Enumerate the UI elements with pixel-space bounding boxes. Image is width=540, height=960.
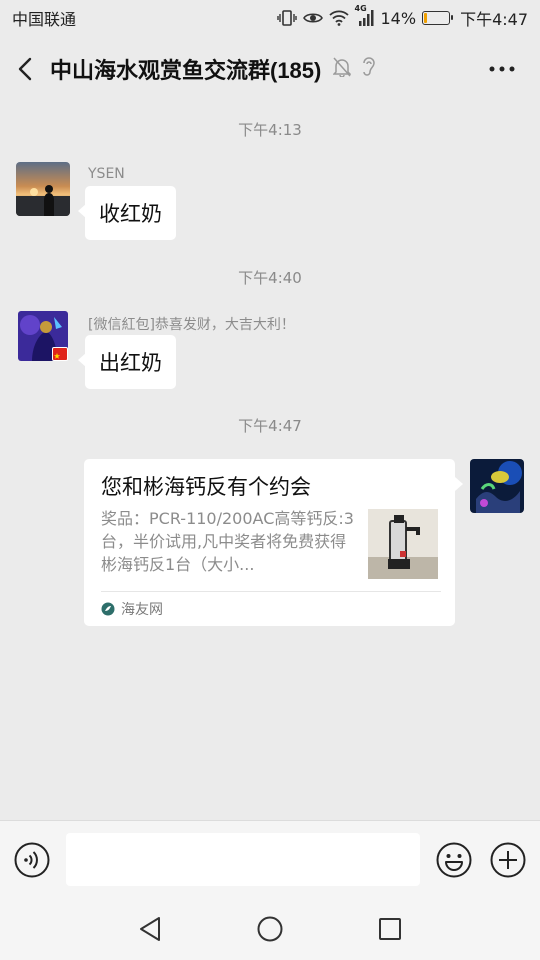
my-avatar[interactable] (470, 459, 524, 513)
triangle-back-icon (140, 917, 160, 941)
link-card-source-name: 海友网 (121, 602, 163, 618)
eye-icon (302, 11, 323, 25)
link-card[interactable]: 您和彬海钙反有个约会 奖品：PCR-110/200AC高等钙反:3台，半价试用,… (84, 459, 463, 626)
card-divider (101, 591, 441, 592)
coral-reef-avatar-image (470, 459, 524, 513)
sunset-avatar-image (16, 162, 70, 216)
emoji-button[interactable] (436, 842, 472, 878)
system-navigation (0, 898, 540, 960)
link-card-source: 海友网 (101, 599, 163, 619)
chat-header: 中山海水观赏鱼交流群(185) (0, 36, 540, 102)
message-list[interactable]: 下午4:13 YSEN 收红奶 下午4:40 [微信紅包]恭喜发财，大吉大利！ … (0, 102, 540, 820)
circle-home-icon (257, 916, 283, 942)
input-bar (0, 820, 540, 898)
sender-name: YSEN (88, 166, 125, 182)
wifi-icon (328, 10, 349, 26)
message-bubble[interactable]: 出红奶 (78, 335, 176, 389)
link-card-title: 您和彬海钙反有个约会 (101, 475, 311, 499)
chat-title: 中山海水观赏鱼交流群(185) (50, 58, 322, 83)
carrier-label: 中国联通 (12, 10, 77, 29)
status-bar: 中国联通 4G 14% 下午4:47 (0, 0, 540, 36)
vibrate-icon (276, 9, 297, 27)
site-logo-icon (101, 602, 115, 616)
time-divider: 下午4:13 (238, 121, 302, 139)
signal-icon: 4G (355, 4, 375, 26)
more-button[interactable] (482, 36, 522, 102)
time-divider: 下午4:40 (238, 269, 302, 287)
battery-percent: 14% (380, 8, 417, 28)
avatar[interactable] (18, 311, 72, 365)
more-actions-button[interactable] (490, 842, 526, 878)
battery-icon (422, 11, 454, 25)
voice-button[interactable] (14, 842, 50, 878)
ear-icon (361, 56, 377, 82)
emoji-icon (436, 842, 472, 878)
china-flag-icon (52, 347, 68, 361)
system-recents-button[interactable] (370, 909, 410, 949)
status-time: 下午4:47 (460, 10, 528, 29)
system-back-button[interactable] (130, 909, 170, 949)
system-home-button[interactable] (250, 909, 290, 949)
network-type: 4G (354, 4, 367, 13)
link-card-description: 奖品：PCR-110/200AC高等钙反:3台，半价试用,凡中奖者将免费获得彬海… (101, 509, 354, 574)
message-input[interactable] (66, 833, 420, 886)
avatar[interactable] (16, 162, 70, 216)
status-icons: 4G 14% 下午4:47 (276, 4, 528, 30)
square-recents-icon (379, 918, 401, 940)
voice-icon (14, 842, 50, 878)
bell-off-icon (332, 57, 353, 81)
chevron-left-icon (18, 57, 32, 81)
plus-icon (490, 842, 526, 878)
back-button[interactable] (0, 36, 50, 102)
sender-name: [微信紅包]恭喜发财，大吉大利！ (88, 317, 295, 333)
more-dots-icon (489, 66, 515, 72)
link-card-thumbnail (368, 509, 438, 579)
message-bubble[interactable]: 收红奶 (78, 186, 176, 240)
time-divider: 下午4:47 (238, 417, 302, 435)
protein-skimmer-image (368, 509, 438, 579)
